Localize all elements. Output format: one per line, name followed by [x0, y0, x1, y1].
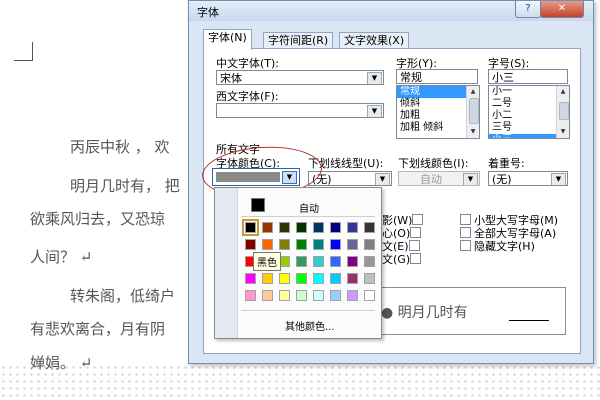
color-swatch[interactable] [313, 222, 324, 233]
color-swatch[interactable] [330, 222, 341, 233]
popup-divider [241, 216, 375, 217]
popup-icon-strip [215, 188, 238, 338]
preview-baseline [509, 320, 549, 321]
close-button[interactable]: ✕ [540, 1, 584, 18]
color-tooltip: 黑色 [253, 252, 281, 271]
automatic-color-option[interactable]: 自动 [299, 200, 319, 215]
color-swatch[interactable] [245, 273, 256, 284]
color-swatch[interactable] [296, 239, 307, 250]
chinese-font-select[interactable]: 宋体 ▼ [216, 70, 384, 85]
color-swatch[interactable] [364, 222, 375, 233]
chevron-down-icon[interactable]: ▼ [375, 173, 390, 185]
document-line: 人间？ ↵ [30, 248, 93, 266]
color-swatch[interactable] [245, 290, 256, 301]
popup-divider [241, 310, 375, 311]
underline-color-value: 自动 [420, 173, 442, 186]
emphasis-value: (无) [492, 173, 512, 186]
color-swatch[interactable] [279, 222, 290, 233]
color-swatch[interactable] [364, 273, 375, 284]
style-scrollbar[interactable]: ▲ ▼ [466, 86, 479, 138]
color-swatch[interactable] [330, 273, 341, 284]
color-swatch[interactable] [313, 273, 324, 284]
color-swatch[interactable] [262, 273, 273, 284]
color-swatch[interactable] [330, 256, 341, 267]
color-swatch[interactable] [330, 290, 341, 301]
document-line: 欲乘风归去，又恐琼 [30, 210, 166, 228]
color-swatch[interactable] [262, 290, 273, 301]
scroll-up-icon[interactable]: ▲ [558, 87, 568, 97]
style-listbox[interactable]: 常规 倾斜 加粗 加粗 倾斜 ▲ ▼ [396, 85, 480, 139]
color-swatch[interactable] [347, 222, 358, 233]
torn-edge-decoration [0, 364, 600, 400]
color-swatch[interactable] [313, 239, 324, 250]
help-button[interactable]: ? [515, 1, 541, 18]
document-line: 明月几时有， 把 [70, 177, 180, 195]
color-swatch[interactable] [313, 290, 324, 301]
color-swatch[interactable] [364, 290, 375, 301]
western-font-label: 西文字体(F): [216, 90, 279, 103]
color-swatch[interactable] [296, 222, 307, 233]
color-palette-popup: 自动 黑色 其他颜色... [214, 187, 382, 339]
color-swatch[interactable] [279, 239, 290, 250]
color-swatch[interactable] [347, 273, 358, 284]
color-swatch[interactable] [347, 256, 358, 267]
emphasis-select[interactable]: (无) ▼ [488, 171, 568, 186]
document-line: 有悲欢离合，月有阴 [30, 320, 166, 338]
color-swatch[interactable] [347, 290, 358, 301]
color-swatch[interactable] [364, 239, 375, 250]
color-swatch[interactable] [313, 256, 324, 267]
page-corner-mark [14, 42, 33, 61]
tab-text-effects[interactable]: 文字效果(X) [339, 32, 410, 49]
color-swatch[interactable] [347, 239, 358, 250]
scroll-down-icon[interactable]: ▼ [468, 127, 478, 137]
color-swatch[interactable] [296, 290, 307, 301]
document-line: 丙辰中秋 ， 欢 [70, 138, 170, 156]
size-listbox[interactable]: 小一 二号 小二 三号 小三 ▲ ▼ [488, 85, 570, 139]
underline-color-select[interactable]: 自动 ▼ [398, 171, 480, 186]
effect-engrave-checkbox[interactable]: 文(G) [382, 251, 424, 267]
chinese-font-label: 中文字体(T): [216, 57, 280, 70]
hidden-text-checkbox[interactable]: 隐藏文字(H) [460, 238, 535, 254]
chevron-down-icon[interactable]: ▼ [463, 173, 478, 185]
color-swatch[interactable] [364, 256, 375, 267]
color-swatch[interactable] [330, 239, 341, 250]
emphasis-label: 着重号: [488, 157, 525, 170]
chevron-down-icon[interactable]: ▼ [367, 72, 382, 84]
preview-text: ● 明月几时有 [381, 305, 468, 321]
chevron-down-icon[interactable]: ▼ [367, 105, 382, 117]
dialog-titlebar[interactable]: 字体 ? ✕ [189, 1, 593, 21]
automatic-color-swatch[interactable] [251, 198, 265, 212]
size-scrollbar[interactable]: ▲ ▼ [556, 86, 569, 138]
color-swatch[interactable] [245, 239, 256, 250]
tab-font[interactable]: 字体(N) [203, 29, 252, 50]
underline-color-label: 下划线颜色(I): [398, 157, 469, 170]
scroll-down-icon[interactable]: ▼ [558, 127, 568, 137]
western-font-select[interactable]: ▼ [216, 103, 384, 118]
dialog-title: 字体 [197, 6, 219, 19]
color-swatch[interactable] [262, 222, 273, 233]
color-swatch[interactable] [262, 239, 273, 250]
document-line: 转朱阁，低绮户 [70, 287, 176, 305]
tab-character-spacing[interactable]: 字符间距(R) [263, 32, 334, 49]
color-swatch[interactable] [279, 290, 290, 301]
size-input[interactable]: 小三 [488, 69, 568, 84]
scroll-up-icon[interactable]: ▲ [468, 87, 478, 97]
chinese-font-value: 宋体 [220, 72, 242, 85]
more-colors-button[interactable]: 其他颜色... [285, 318, 335, 333]
color-swatch[interactable] [296, 256, 307, 267]
scroll-thumb[interactable] [559, 102, 569, 120]
color-swatch[interactable] [279, 273, 290, 284]
color-swatch[interactable] [296, 273, 307, 284]
chevron-down-icon[interactable]: ▼ [551, 173, 566, 185]
color-swatch[interactable] [242, 219, 259, 236]
style-input[interactable]: 常规 [396, 69, 478, 84]
scroll-thumb[interactable] [469, 98, 479, 124]
